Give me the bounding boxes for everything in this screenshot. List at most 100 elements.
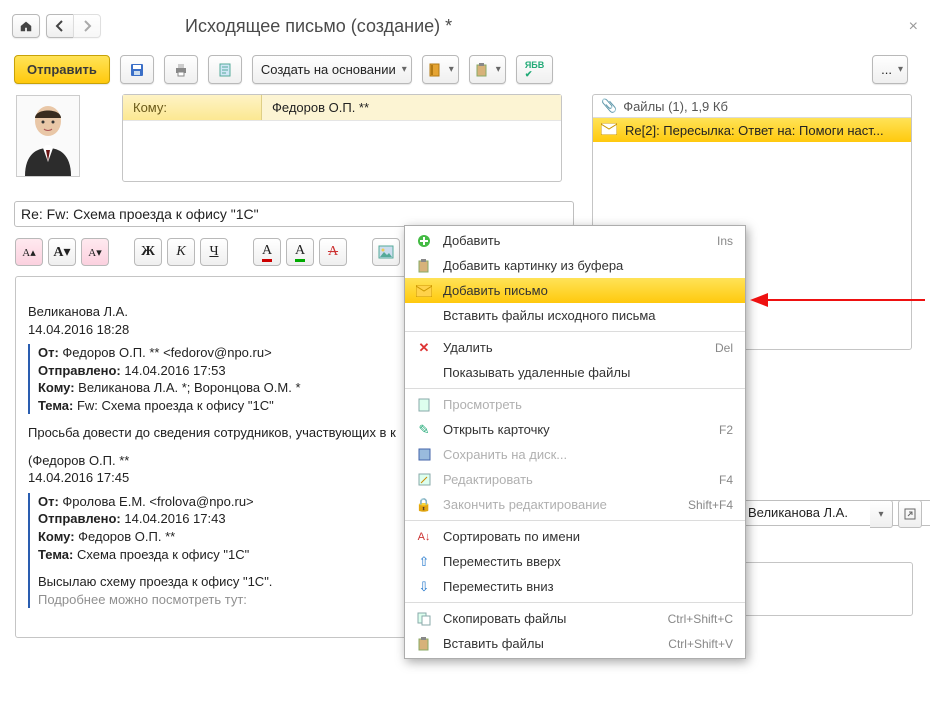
context-menu-item[interactable]: Скопировать файлыCtrl+Shift+C (405, 606, 745, 631)
recipients-box: Кому: Федоров О.П. ** (122, 94, 562, 182)
nav-forward-button[interactable] (73, 14, 101, 38)
context-menu-separator (405, 331, 745, 332)
context-menu-item-label: Добавить картинку из буфера (435, 258, 733, 273)
pencil-icon: ✎ (413, 422, 435, 438)
italic-icon: К (176, 244, 185, 260)
font-picker-button[interactable]: A▾ (48, 238, 76, 266)
nav-back-button[interactable] (46, 14, 73, 38)
open-icon (904, 508, 916, 520)
floppy-icon (129, 62, 145, 78)
clipboard-button[interactable]: ▾ (469, 55, 506, 84)
context-menu-item-shortcut: Ctrl+Shift+C (668, 612, 733, 626)
context-menu-item-label: Добавить (435, 233, 717, 248)
context-menu-item-label: Открыть карточку (435, 422, 719, 437)
home-button[interactable] (12, 14, 40, 38)
create-on-basis-button[interactable]: Создать на основании ▾ (252, 55, 412, 84)
avatar (16, 95, 80, 177)
context-menu-item-label: Закончить редактирование (435, 497, 688, 512)
context-menu-item[interactable]: ⇩Переместить вниз (405, 574, 745, 599)
context-menu-item[interactable]: А↓Сортировать по имени (405, 524, 745, 549)
save-button[interactable] (120, 55, 154, 84)
to-label[interactable]: Кому: (123, 95, 262, 120)
context-menu-item[interactable]: Вставить файлы исходного письма (405, 303, 745, 328)
up-icon: ⇧ (413, 554, 435, 570)
page-title: Исходящее письмо (создание) * (185, 16, 452, 37)
italic-button[interactable]: К (167, 238, 195, 266)
to-value[interactable]: Федоров О.П. ** (262, 95, 561, 120)
context-menu-item-shortcut: Ctrl+Shift+V (668, 637, 733, 651)
address-book-button[interactable]: ▾ (422, 55, 459, 84)
context-menu-item-label: Удалить (435, 340, 715, 355)
context-menu-separator (405, 520, 745, 521)
clipboard-icon (474, 62, 490, 78)
context-menu-item[interactable]: Показывать удаленные файлы (405, 360, 745, 385)
close-icon[interactable]: × (909, 18, 918, 36)
spellcheck-icon: ЯБВ✔ (525, 61, 544, 79)
context-menu-item[interactable]: Вставить файлыCtrl+Shift+V (405, 631, 745, 656)
font-increase-button[interactable]: A▴ (15, 238, 43, 266)
highlight-icon: А (295, 243, 305, 262)
context-menu-item[interactable]: ✕УдалитьDel (405, 335, 745, 360)
font-bigger-icon: A▴ (22, 246, 35, 259)
context-menu-item[interactable]: Добавить письмо (405, 278, 745, 303)
chevron-down-icon: ▾ (402, 64, 407, 75)
highlight-button[interactable]: А (286, 238, 314, 266)
more-label: ... (881, 62, 892, 77)
paste-icon (413, 259, 435, 273)
font-color-button[interactable]: А (253, 238, 281, 266)
image-icon (378, 245, 394, 259)
from-dropdown-button[interactable]: ▾ (870, 500, 893, 528)
select-template-button[interactable] (208, 55, 242, 84)
from-open-button[interactable] (898, 500, 922, 528)
font-smaller-icon: A▾ (88, 246, 101, 259)
context-menu-separator (405, 388, 745, 389)
arrow-left-icon (54, 20, 66, 32)
attachment-row[interactable]: Re[2]: Пересылка: Ответ на: Помоги наст.… (593, 118, 911, 142)
send-button[interactable]: Отправить (14, 55, 110, 84)
context-menu-item[interactable]: ✎Открыть карточкуF2 (405, 417, 745, 442)
sort-icon: А↓ (413, 531, 435, 543)
context-menu-item-shortcut: Ins (717, 234, 733, 248)
attachments-header: 📎 Файлы (1), 1,9 Кб (593, 95, 911, 118)
context-menu-item-label: Сохранить на диск... (435, 447, 733, 462)
underline-button[interactable]: Ч (200, 238, 228, 266)
insert-image-button[interactable] (372, 238, 400, 266)
context-menu-item-label: Переместить вверх (435, 554, 733, 569)
subject-input[interactable]: Re: Fw: Схема проезда к офису "1С" (14, 201, 574, 227)
context-menu-item[interactable]: Добавить картинку из буфера (405, 253, 745, 278)
attachments-header-label: Файлы (1), 1,9 Кб (623, 99, 728, 114)
printer-icon (173, 62, 189, 78)
bold-button[interactable]: Ж (134, 238, 162, 266)
font-color-icon: А (262, 243, 272, 262)
context-menu-item-label: Сортировать по имени (435, 529, 733, 544)
copy-icon (413, 612, 435, 626)
context-menu-separator (405, 602, 745, 603)
attachments-context-menu: ДобавитьIns Добавить картинку из буфера До… (404, 225, 746, 659)
context-menu-item: 🔒Закончить редактированиеShift+F4 (405, 492, 745, 517)
paperclip-icon: 📎 (601, 98, 617, 114)
clear-format-button[interactable]: А (319, 238, 347, 266)
context-menu-item[interactable]: ⇧Переместить вверх (405, 549, 745, 574)
context-menu-item-label: Скопировать файлы (435, 611, 668, 626)
context-menu-item-shortcut: F2 (719, 423, 733, 437)
context-menu-item-shortcut: Shift+F4 (688, 498, 733, 512)
spellcheck-button[interactable]: ЯБВ✔ (516, 55, 553, 84)
context-menu-item: Сохранить на диск... (405, 442, 745, 467)
book-icon (427, 62, 443, 78)
context-menu-item-label: Добавить письмо (435, 283, 733, 298)
more-button[interactable]: ... ▾ (872, 55, 908, 84)
edit-icon (413, 473, 435, 486)
down-icon: ⇩ (413, 579, 435, 595)
chevron-down-icon: ▾ (898, 64, 903, 75)
doc-icon (413, 398, 435, 412)
arrow-right-icon (81, 20, 93, 32)
create-on-basis-label: Создать на основании (261, 62, 396, 77)
print-button[interactable] (164, 55, 198, 84)
chevron-down-icon: ▾ (496, 64, 501, 75)
context-menu-item-shortcut: F4 (719, 473, 733, 487)
font-decrease-button[interactable]: A▾ (81, 238, 109, 266)
context-menu-item-label: Редактировать (435, 472, 719, 487)
paste2-icon (413, 637, 435, 651)
context-menu-item-label: Просмотреть (435, 397, 733, 412)
context-menu-item[interactable]: ДобавитьIns (405, 228, 745, 253)
